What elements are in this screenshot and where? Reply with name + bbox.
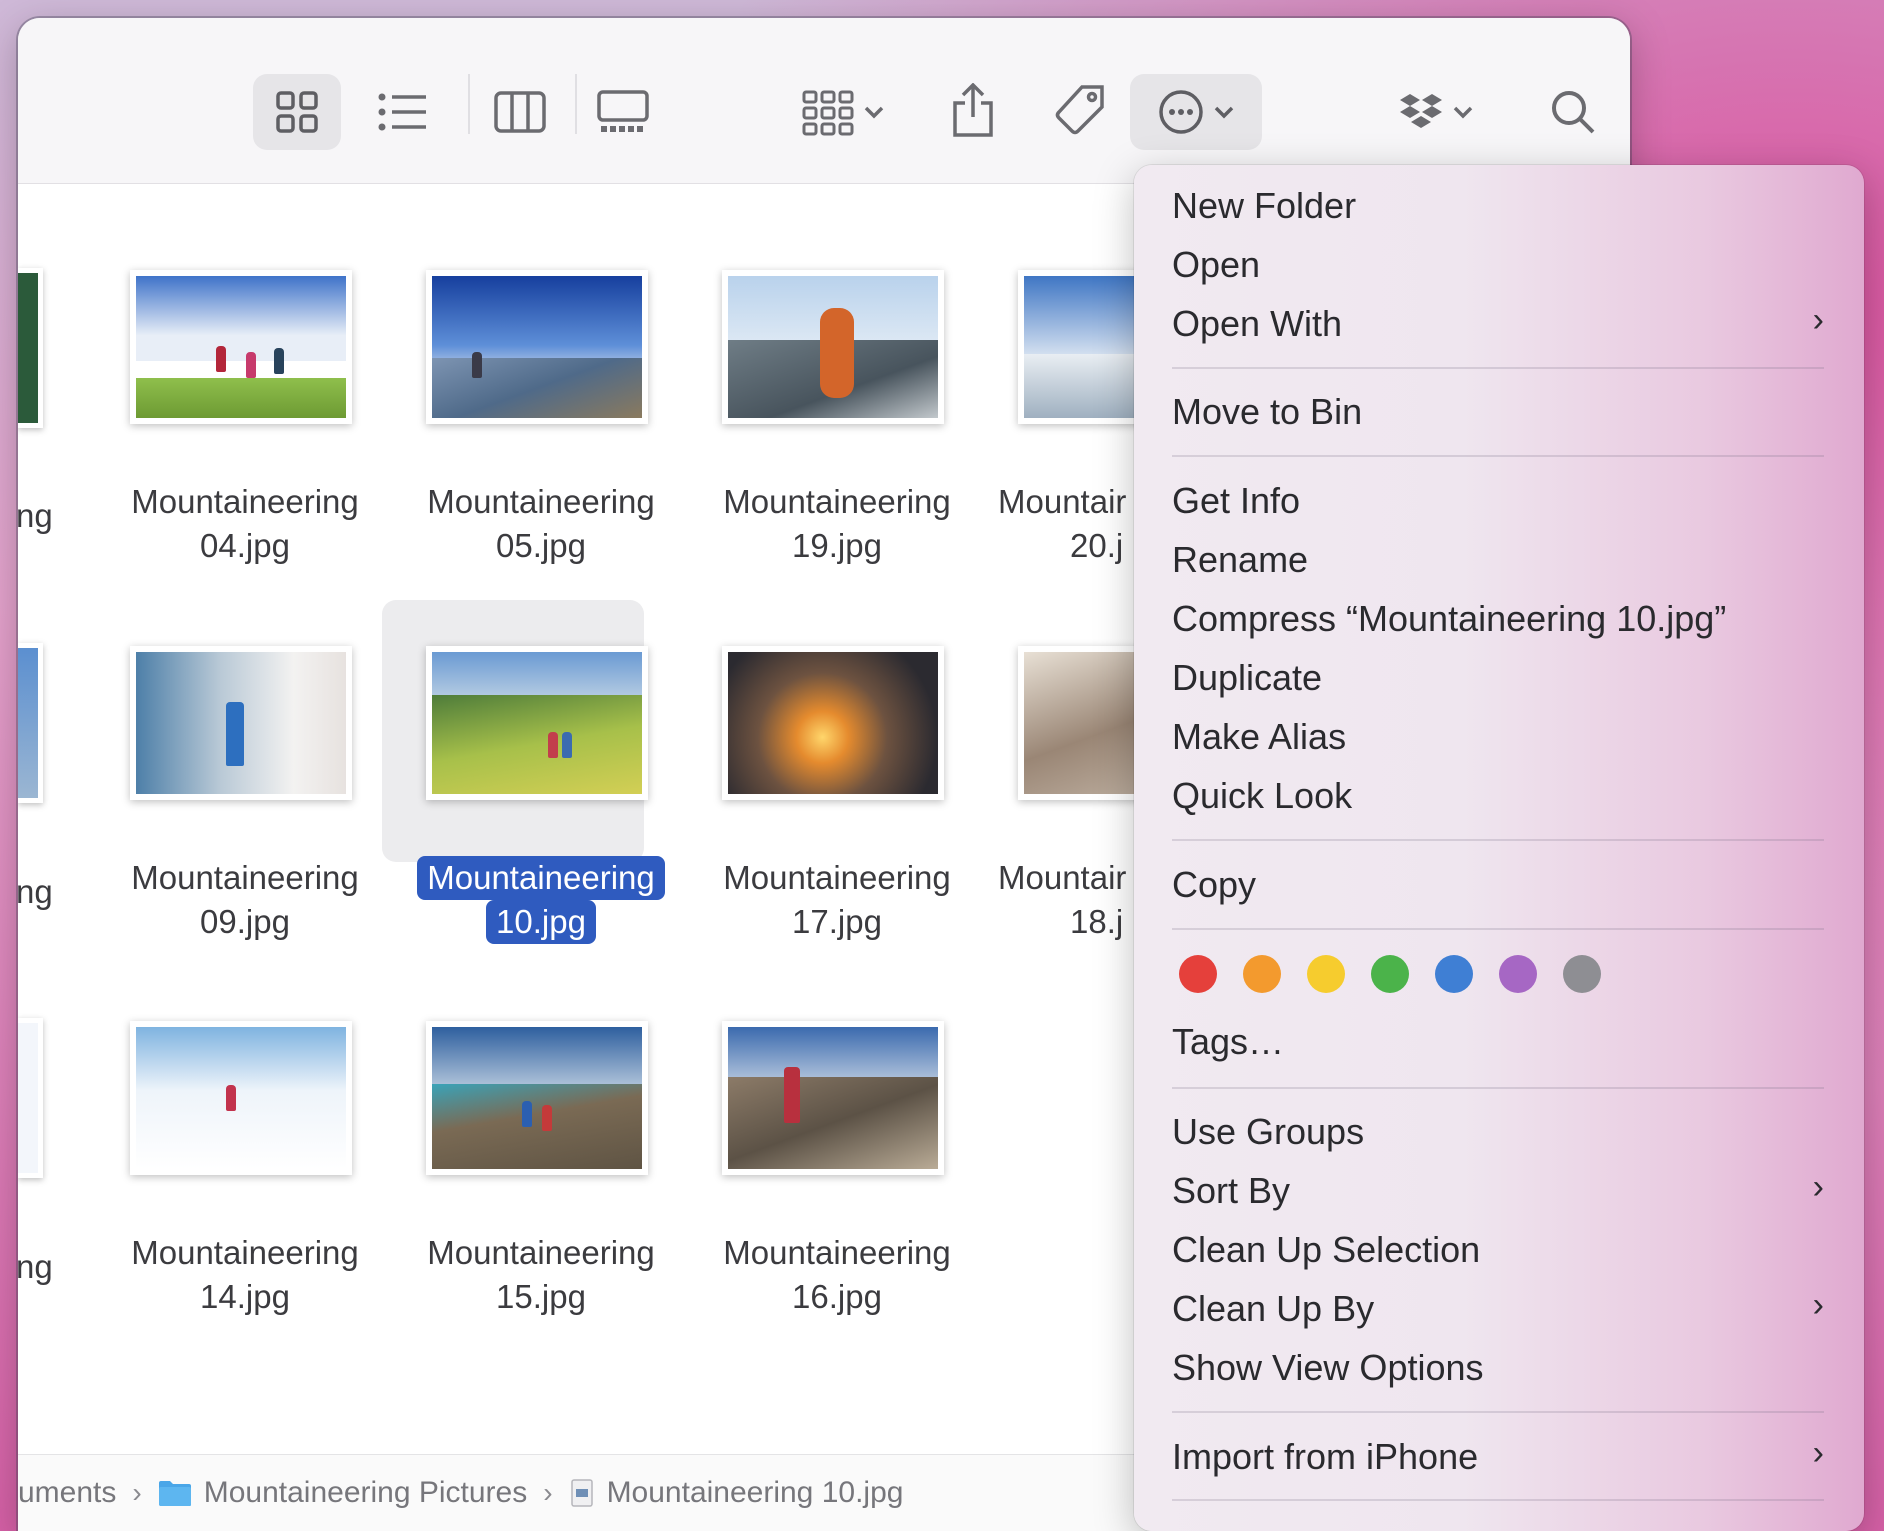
chevron-right-icon: ›	[1812, 301, 1824, 339]
menu-item-open[interactable]: Open	[1172, 242, 1260, 288]
file-thumbnail	[722, 646, 944, 800]
menu-item-copy[interactable]: Copy	[1172, 862, 1256, 908]
menu-item-clean-up-by[interactable]: Clean Up By	[1172, 1286, 1374, 1332]
menu-item-tags[interactable]: Tags…	[1172, 1019, 1284, 1065]
group-by-button[interactable]	[788, 74, 898, 150]
chevron-right-icon: ›	[1812, 1434, 1824, 1472]
menu-item-sort-by[interactable]: Sort By	[1172, 1168, 1290, 1214]
share-icon	[953, 83, 993, 137]
file-name: Mountaineering 15.jpg	[427, 1234, 655, 1315]
file-name-selected: Mountaineering 10.jpg	[396, 856, 686, 944]
toolbar	[18, 18, 1630, 184]
action-context-menu: New Folder Open Open With › Move to Bin …	[1134, 165, 1864, 1531]
menu-item-move-to-bin[interactable]: Move to Bin	[1172, 389, 1362, 435]
file-thumbnail	[130, 646, 352, 800]
file-thumbnail	[426, 270, 648, 424]
file-thumbnail	[426, 646, 648, 800]
file-thumbnail	[722, 270, 944, 424]
menu-separator	[1172, 1087, 1824, 1089]
path-separator: ›	[543, 1477, 553, 1508]
search-icon	[1552, 91, 1595, 134]
menu-item-clean-up-selection[interactable]: Clean Up Selection	[1172, 1227, 1480, 1273]
divider	[468, 74, 470, 134]
tag-color-red[interactable]	[1179, 955, 1217, 993]
path-segment[interactable]: uments	[18, 1476, 116, 1510]
menu-item-quick-look[interactable]: Quick Look	[1172, 773, 1352, 819]
tag-button[interactable]	[1040, 70, 1120, 150]
partial-thumbnail[interactable]	[18, 1018, 43, 1178]
tag-color-green[interactable]	[1371, 955, 1409, 993]
menu-item-open-with[interactable]: Open With	[1172, 301, 1342, 347]
file-name: Mountaineering 09.jpg	[131, 859, 359, 940]
menu-separator	[1172, 928, 1824, 930]
file-name: Mountaineering 16.jpg	[723, 1234, 951, 1315]
tag-icon	[1055, 85, 1104, 135]
tag-color-purple[interactable]	[1499, 955, 1537, 993]
path-segment-folder[interactable]: Mountaineering Pictures	[158, 1476, 527, 1510]
partial-file-label: ng	[18, 497, 53, 534]
list-icon	[378, 93, 426, 131]
chevron-right-icon: ›	[1812, 1286, 1824, 1324]
menu-item-import-from-iphone[interactable]: Import from iPhone	[1172, 1434, 1478, 1480]
partial-thumbnail[interactable]	[18, 643, 43, 803]
menu-item-compress[interactable]: Compress “Mountaineering 10.jpg”	[1172, 596, 1726, 642]
menu-item-duplicate[interactable]: Duplicate	[1172, 655, 1322, 701]
partial-thumbnail[interactable]	[18, 268, 43, 428]
menu-separator	[1172, 1411, 1824, 1413]
image-file-icon	[570, 1479, 593, 1507]
gallery-icon	[597, 90, 649, 132]
menu-item-get-info[interactable]: Get Info	[1172, 478, 1300, 524]
folder-icon	[158, 1481, 191, 1506]
file-thumbnail	[130, 1021, 352, 1175]
menu-separator	[1172, 1499, 1824, 1501]
dropbox-button[interactable]	[1386, 74, 1486, 150]
file-thumbnail	[722, 1021, 944, 1175]
file-name: Mountaineering 14.jpg	[131, 1234, 359, 1315]
action-menu-button[interactable]	[1130, 74, 1262, 150]
file-name: Mountaineering 19.jpg	[723, 483, 951, 564]
share-button[interactable]	[933, 70, 1013, 150]
menu-item-rename[interactable]: Rename	[1172, 537, 1308, 583]
list-view-button[interactable]	[363, 74, 443, 150]
file-name: Mountaineering 04.jpg	[131, 483, 359, 564]
path-segment-file[interactable]: Mountaineering 10.jpg	[569, 1476, 903, 1510]
ellipsis-circle-icon	[1159, 90, 1203, 134]
file-name: Mountaineering 17.jpg	[723, 859, 951, 940]
chevron-right-icon: ›	[1812, 1168, 1824, 1206]
file-thumbnail	[130, 270, 352, 424]
tag-color-gray[interactable]	[1563, 955, 1601, 993]
icon-view-button[interactable]	[253, 74, 341, 150]
file-name: Mountaineering 05.jpg	[427, 483, 655, 564]
grid-icon	[276, 91, 318, 133]
menu-separator	[1172, 455, 1824, 457]
columns-icon	[494, 91, 546, 133]
menu-separator	[1172, 367, 1824, 369]
menu-item-make-alias[interactable]: Make Alias	[1172, 714, 1346, 760]
file-thumbnail	[426, 1021, 648, 1175]
partial-file-label: ng	[18, 873, 53, 910]
divider	[575, 74, 577, 134]
gallery-view-button[interactable]	[583, 74, 663, 150]
search-button[interactable]	[1533, 74, 1613, 150]
menu-item-show-view-options[interactable]: Show View Options	[1172, 1345, 1484, 1391]
group-grid-icon	[802, 90, 854, 136]
tag-color-orange[interactable]	[1243, 955, 1281, 993]
dropbox-icon	[1400, 94, 1442, 128]
chevron-down-icon	[1214, 106, 1234, 119]
column-view-button[interactable]	[480, 74, 560, 150]
path-separator: ›	[132, 1477, 142, 1508]
partial-file-label: ng	[18, 1248, 53, 1285]
chevron-down-icon	[864, 106, 884, 119]
tag-color-yellow[interactable]	[1307, 955, 1345, 993]
chevron-down-icon	[1453, 106, 1473, 119]
menu-item-new-folder[interactable]: New Folder	[1172, 183, 1356, 229]
menu-separator	[1172, 839, 1824, 841]
tag-color-blue[interactable]	[1435, 955, 1473, 993]
menu-item-use-groups[interactable]: Use Groups	[1172, 1109, 1364, 1155]
